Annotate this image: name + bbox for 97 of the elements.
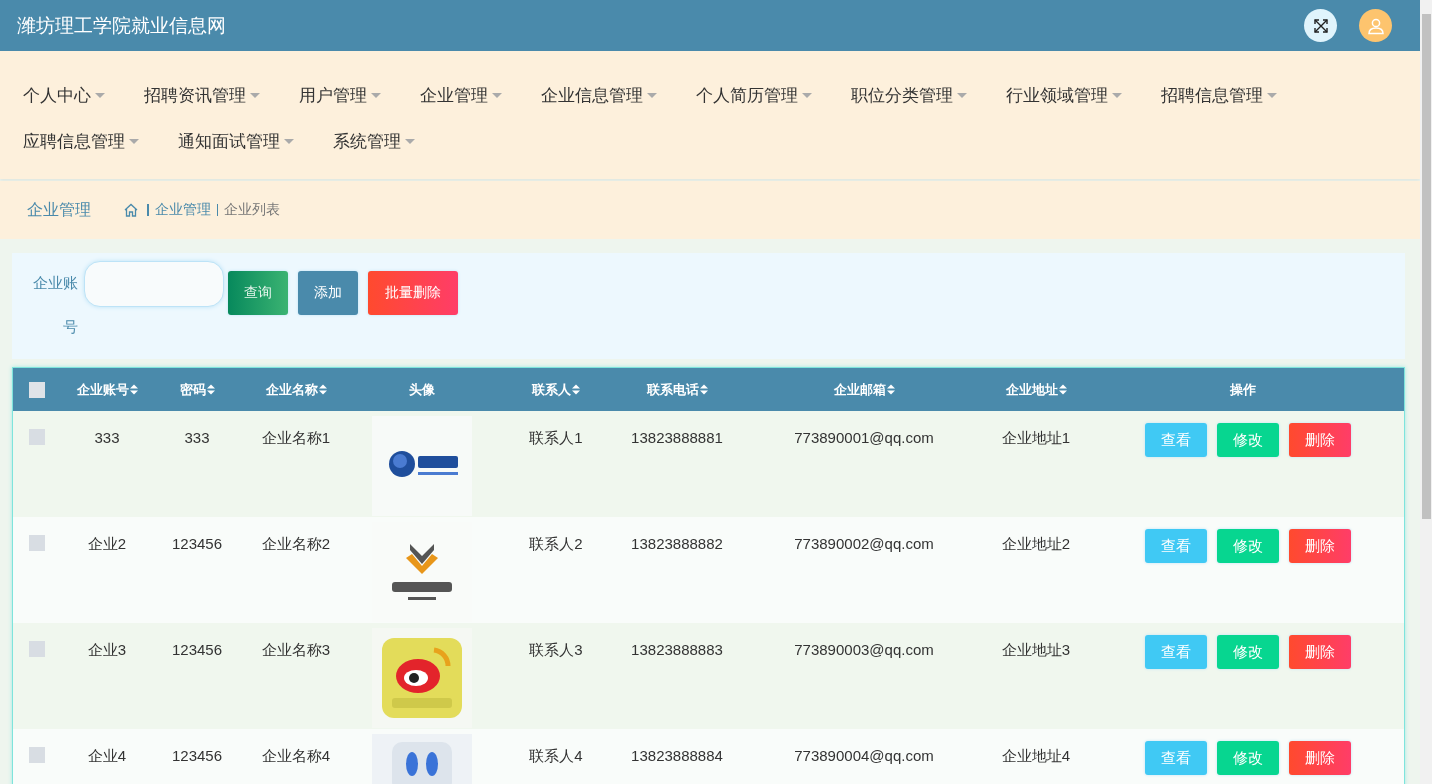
column-header[interactable]: 企业名称 <box>265 380 327 399</box>
table-cell: 企业名称3 <box>261 641 331 660</box>
column-header[interactable]: 联系人 <box>532 380 580 399</box>
table-cell: 联系人4 <box>529 747 583 766</box>
account-input[interactable] <box>84 261 224 307</box>
table-cell: 13823888882 <box>631 535 723 552</box>
table-cell: 13823888883 <box>631 641 723 658</box>
caret-icon <box>957 92 967 98</box>
delete-button[interactable]: 批量删除 <box>368 271 458 315</box>
column-header[interactable]: 联系电话 <box>646 380 708 399</box>
row-checkbox[interactable] <box>29 429 45 445</box>
sort-icon <box>572 384 580 395</box>
table-cell: 333 <box>184 429 210 446</box>
table-cell: 773890002@qq.com <box>794 535 934 552</box>
select-all-checkbox[interactable] <box>29 381 45 398</box>
delete-button[interactable]: 删除 <box>1288 529 1351 563</box>
column-header[interactable]: 企业邮箱 <box>833 380 895 399</box>
menu-item[interactable]: 企业信息管理 <box>530 72 668 118</box>
column-header[interactable]: 密码 <box>179 380 215 399</box>
table-cell: 333 <box>94 429 120 446</box>
fullscreen-button[interactable] <box>1304 9 1337 42</box>
scrollbar-thumb[interactable] <box>1422 14 1431 519</box>
menu-item[interactable]: 行业领域管理 <box>995 72 1133 118</box>
caret-icon <box>95 92 105 98</box>
table-cell: 联系人1 <box>529 429 583 448</box>
table-cell: 123456 <box>171 747 223 764</box>
table-cell: 企业4 <box>87 747 127 766</box>
sort-icon <box>699 384 708 395</box>
menu-item[interactable]: 招聘信息管理 <box>1150 72 1288 118</box>
sort-icon <box>1058 384 1067 395</box>
field-label: 企业账号 <box>32 273 78 337</box>
table-cell: 123456 <box>171 641 223 658</box>
column-header: 操作 <box>1229 380 1256 399</box>
view-button[interactable]: 查看 <box>1144 635 1207 669</box>
table-cell: 13823888881 <box>631 429 723 446</box>
caret-icon <box>1267 92 1277 98</box>
menu-item[interactable]: 用户管理 <box>288 72 392 118</box>
view-button[interactable]: 查看 <box>1144 529 1207 563</box>
caret-icon <box>371 92 381 98</box>
site-title: 潍坊理工学院就业信息网 <box>17 13 226 38</box>
user-icon <box>1366 16 1385 35</box>
caret-icon <box>250 92 260 98</box>
sort-icon <box>206 384 215 395</box>
row-checkbox[interactable] <box>29 535 45 551</box>
view-button[interactable]: 查看 <box>1144 741 1207 775</box>
row-checkbox[interactable] <box>29 641 45 657</box>
menu-item[interactable]: 系统管理 <box>322 118 426 164</box>
table-cell: 企业地址1 <box>1001 429 1071 448</box>
sort-icon <box>318 384 327 395</box>
table-cell: 企业地址2 <box>1001 535 1071 554</box>
caret-icon <box>492 92 502 98</box>
query-button[interactable]: 查询 <box>228 271 288 315</box>
menu-item[interactable]: 企业管理 <box>409 72 513 118</box>
caret-icon <box>647 92 657 98</box>
menu-item[interactable]: 通知面试管理 <box>167 118 305 164</box>
caret-icon <box>1112 92 1122 98</box>
delete-button[interactable]: 删除 <box>1288 423 1351 457</box>
view-button[interactable]: 查看 <box>1144 423 1207 457</box>
row-checkbox[interactable] <box>29 747 45 763</box>
caret-icon <box>802 92 812 98</box>
table-cell: 773890003@qq.com <box>794 641 934 658</box>
caret-icon <box>129 138 139 144</box>
user-button[interactable] <box>1359 9 1392 42</box>
menu-item[interactable]: 个人中心 <box>12 72 116 118</box>
home-icon <box>123 202 139 218</box>
table-cell: 企业地址3 <box>1001 641 1071 660</box>
table-cell: 企业3 <box>87 641 127 660</box>
sort-icon <box>129 384 138 395</box>
table-cell: 企业名称2 <box>261 535 331 554</box>
table-cell: 773890004@qq.com <box>794 747 934 764</box>
table-cell: 企业地址4 <box>1001 747 1071 766</box>
menu-item[interactable]: 招聘资讯管理 <box>133 72 271 118</box>
table-cell: 773890001@qq.com <box>794 429 934 446</box>
sort-icon <box>886 384 895 395</box>
expand-icon <box>1312 17 1329 34</box>
menu-item[interactable]: 职位分类管理 <box>840 72 978 118</box>
table-cell: 企业2 <box>87 535 127 554</box>
table-cell: 企业名称4 <box>261 747 331 766</box>
caret-icon <box>405 138 415 144</box>
column-header[interactable]: 企业账号 <box>76 380 138 399</box>
table-cell: 123456 <box>171 535 223 552</box>
table-cell: 13823888884 <box>631 747 723 764</box>
delete-button[interactable]: 删除 <box>1288 741 1351 775</box>
table-cell: 联系人2 <box>529 535 583 554</box>
menu-item[interactable]: 个人简历管理 <box>685 72 823 118</box>
table-cell: 企业名称1 <box>261 429 331 448</box>
add-button[interactable]: 添加 <box>298 271 358 315</box>
menu-item[interactable]: 应聘信息管理 <box>12 118 150 164</box>
breadcrumb-link[interactable]: 企业列表 <box>224 201 280 219</box>
column-header[interactable]: 企业地址 <box>1005 380 1067 399</box>
breadcrumb-link[interactable]: 企业管理 <box>154 201 211 219</box>
delete-button[interactable]: 删除 <box>1288 635 1351 669</box>
caret-icon <box>284 138 294 144</box>
scrollbar[interactable] <box>1420 0 1432 784</box>
column-header: 头像 <box>409 380 435 399</box>
table-cell: 联系人3 <box>529 641 583 660</box>
page-title: 企业管理 <box>27 199 91 220</box>
